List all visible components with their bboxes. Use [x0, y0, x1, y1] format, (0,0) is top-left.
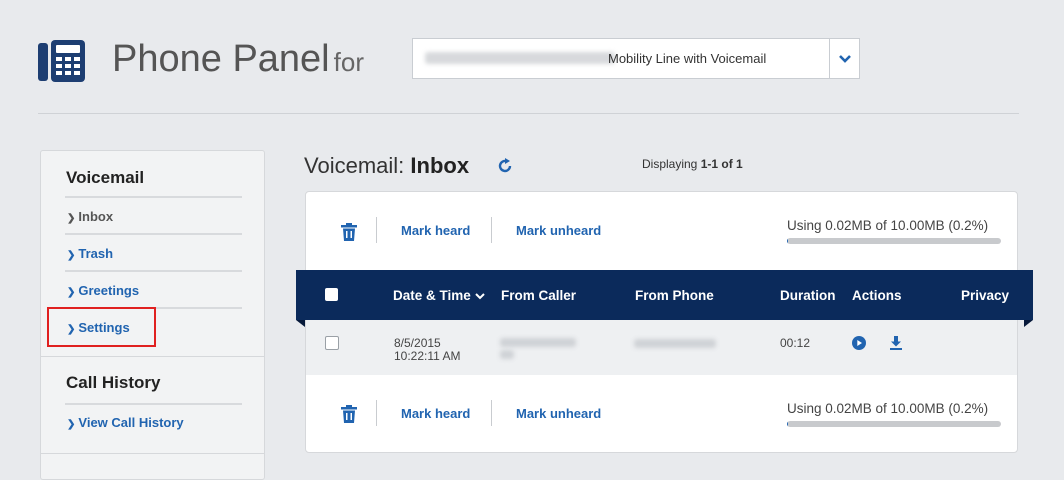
redacted-caller-phone — [634, 339, 716, 348]
line-select-dropdown[interactable]: Mobility Line with Voicemail — [412, 38, 860, 79]
mark-unheard-link[interactable]: Mark unheard — [516, 223, 601, 238]
displaying-count: Displaying 1-1 of 1 — [642, 157, 743, 171]
select-all-checkbox[interactable] — [325, 288, 338, 301]
desk-phone-icon — [38, 40, 86, 82]
header-divider — [38, 113, 1019, 114]
refresh-icon[interactable] — [496, 157, 514, 175]
section-divider — [41, 356, 264, 357]
divider — [65, 196, 242, 198]
header-fold-left — [296, 320, 305, 327]
settings-highlight-box — [47, 307, 156, 347]
section-divider — [41, 453, 264, 454]
header-fold-right — [1024, 320, 1033, 327]
redacted-caller-name — [500, 350, 514, 359]
chevron-right-icon: ❯ — [67, 213, 75, 224]
voicemail-title: Voicemail: Inbox — [304, 153, 469, 179]
call-history-heading: Call History — [66, 373, 160, 393]
table-row[interactable]: 8/5/2015 10:22:11 AM 00:12 — [306, 320, 1017, 375]
for-label: for — [334, 47, 364, 77]
column-privacy: Privacy — [961, 288, 1009, 303]
storage-usage-bar — [787, 238, 1001, 244]
divider — [65, 233, 242, 235]
row-duration: 00:12 — [780, 336, 810, 350]
divider — [65, 270, 242, 272]
mark-unheard-link[interactable]: Mark unheard — [516, 406, 601, 421]
redacted-line-number — [425, 52, 615, 64]
download-icon[interactable] — [889, 336, 903, 350]
voicemail-heading: Voicemail — [66, 168, 144, 188]
column-actions: Actions — [852, 288, 902, 303]
chevron-right-icon: ❯ — [67, 287, 75, 298]
trash-icon[interactable] — [341, 223, 357, 241]
toolbar-separator — [376, 217, 377, 243]
divider — [65, 403, 242, 405]
dropdown-toggle[interactable] — [829, 39, 859, 78]
row-date: 8/5/2015 — [394, 336, 441, 350]
redacted-caller-name — [500, 338, 576, 347]
sort-chevron-down-icon — [475, 293, 485, 300]
sidebar-item-view-call-history[interactable]: ❯View Call History — [67, 415, 184, 430]
toolbar-separator — [491, 400, 492, 426]
toolbar-separator — [491, 217, 492, 243]
column-date-time[interactable]: Date & Time — [393, 288, 485, 303]
chevron-right-icon: ❯ — [67, 250, 75, 261]
column-duration: Duration — [780, 288, 836, 303]
sidebar-item-greetings[interactable]: ❯Greetings — [67, 283, 139, 298]
trash-icon[interactable] — [341, 405, 357, 423]
play-icon[interactable] — [852, 336, 866, 350]
page-title: Phone Panelfor — [112, 38, 364, 81]
storage-usage-text: Using 0.02MB of 10.00MB (0.2%) — [787, 401, 988, 416]
table-header: Date & Time From Caller From Phone Durat… — [296, 270, 1033, 320]
folder-name: Inbox — [410, 153, 469, 178]
toolbar-separator — [376, 400, 377, 426]
column-from-phone: From Phone — [635, 288, 714, 303]
line-select-value: Mobility Line with Voicemail — [608, 51, 766, 66]
row-time: 10:22:11 AM — [394, 349, 461, 363]
column-from-caller: From Caller — [501, 288, 576, 303]
sidebar-item-inbox[interactable]: ❯Inbox — [67, 209, 113, 224]
row-checkbox[interactable] — [325, 336, 339, 350]
chevron-right-icon: ❯ — [67, 419, 75, 430]
storage-usage-text: Using 0.02MB of 10.00MB (0.2%) — [787, 218, 988, 233]
mark-heard-link[interactable]: Mark heard — [401, 223, 470, 238]
storage-usage-bar — [787, 421, 1001, 427]
mark-heard-link[interactable]: Mark heard — [401, 406, 470, 421]
chevron-down-icon — [839, 55, 851, 63]
sidebar-item-trash[interactable]: ❯Trash — [67, 246, 113, 261]
